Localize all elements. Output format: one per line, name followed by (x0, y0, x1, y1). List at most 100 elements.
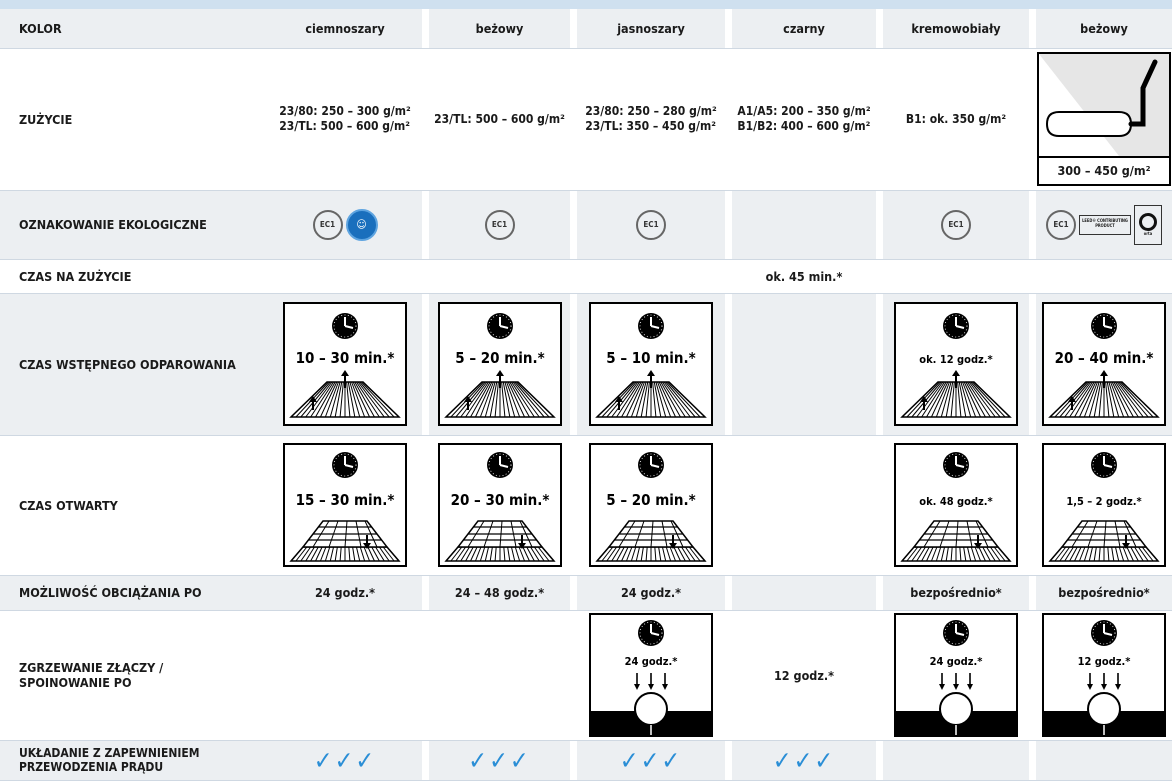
row-kolor: KOLOR ciemnoszary beżowy jasnoszary czar… (0, 9, 1172, 49)
clock-icon (486, 313, 513, 339)
blue-angel-icon: ☺ (345, 208, 378, 241)
color-cell: ciemnoszary (268, 9, 422, 49)
open-time-cell: 5 – 20 min.* (577, 435, 725, 576)
row-label: ZUŻYCIE (0, 48, 268, 191)
clock-icon (332, 313, 358, 339)
load-value: bezpośrednio* (1036, 575, 1172, 611)
checkmark-icon: ✓✓✓ (313, 745, 377, 775)
color-cell: beżowy (1036, 9, 1172, 49)
consumption-value: 23/TL: 500 – 600 g/m² (434, 112, 565, 126)
welding-value: 12 godz.* (732, 610, 876, 741)
svg-text:1,5 – 2 godz.*: 1,5 – 2 godz.* (1066, 495, 1141, 508)
consumption-value: 23/80: 250 – 280 g/m² 23/TL: 350 – 450 g/… (585, 104, 717, 133)
svg-text:24 godz.*: 24 godz.* (625, 655, 678, 668)
flash-off-cell: 5 – 20 min.* (429, 293, 570, 436)
consumption-value: A1/A5: 200 – 350 g/m² B1/B2: 400 – 600 g/… (737, 104, 871, 133)
emicode-ec1-icon: EC1 (636, 209, 666, 240)
load-value: 24 – 48 godz.* (429, 575, 570, 611)
row-label: MOŻLIWOŚĆ OBCIĄŻANIA PO (0, 575, 268, 611)
clock-icon (638, 452, 664, 478)
open-time-cell: ok. 48 godz.* (883, 435, 1029, 576)
clock-icon (1091, 452, 1117, 478)
row-czas-zuzycie: CZAS NA ZUŻYCIE ok. 45 min.* (0, 259, 1172, 294)
checkmark-icon: ✓✓✓ (468, 745, 531, 775)
flash-off-cell: 20 – 40 min.* (1036, 293, 1172, 436)
flash-off-pictogram-icon: 10 – 30 min.* (283, 302, 407, 426)
open-time-pictogram-icon: 15 – 30 min.* (283, 443, 407, 567)
paint-roller-icon (1039, 54, 1169, 156)
open-time-pictogram-icon: ok. 48 godz.* (894, 443, 1018, 567)
welding-cell: 24 godz.* (577, 610, 725, 741)
svg-text:10 – 30 min.*: 10 – 30 min.* (296, 349, 395, 367)
row-zgrzewanie: ZGRZEWANIE ZŁĄCZY / SPOINOWANIE PO 24 god… (0, 610, 1172, 741)
paint-roller-pictogram: 300 – 450 g/m² (1037, 52, 1171, 186)
row-zuzycie: ZUŻYCIE 23/80: 250 – 300 g/m² 23/TL: 500 … (0, 48, 1172, 191)
load-value: bezpośrednio* (883, 575, 1029, 611)
flash-off-cell: ok. 12 godz.* (883, 293, 1029, 436)
clock-icon (1091, 313, 1117, 339)
color-cell: jasnoszary (577, 9, 725, 49)
load-value (732, 575, 876, 611)
open-time-pictogram-icon: 20 – 30 min.* (437, 443, 562, 567)
row-ukladanie: UKŁADANIE Z ZAPEWNIENIEM PRZEWODZENIA PRĄ… (0, 740, 1172, 781)
svg-text:12 godz.*: 12 godz.* (1078, 655, 1131, 668)
product-comparison-table: KOLOR ciemnoszary beżowy jasnoszary czar… (0, 9, 1172, 781)
seam-welding-pictogram-icon: 24 godz.* (589, 613, 713, 737)
welding-cell: 24 godz.* (883, 610, 1029, 741)
svg-text:ok. 12 godz.*: ok. 12 godz.* (919, 353, 992, 366)
svg-text:ok. 48 godz.*: ok. 48 godz.* (919, 495, 992, 508)
row-obciazanie: MOŻLIWOŚĆ OBCIĄŻANIA PO 24 godz.* 24 – 4… (0, 575, 1172, 611)
row-label: ZGRZEWANIE ZŁĄCZY / SPOINOWANIE PO (0, 610, 268, 741)
checkmark-icon: ✓✓✓ (619, 745, 683, 775)
clock-icon (1091, 620, 1117, 646)
color-cell: kremowobiały (883, 9, 1029, 49)
row-label: UKŁADANIE Z ZAPEWNIENIEM PRZEWODZENIA PRĄ… (0, 740, 268, 781)
top-color-bar (0, 0, 1172, 9)
clock-icon (332, 452, 358, 478)
svg-text:20 – 30 min.*: 20 – 30 min.* (450, 491, 549, 509)
svg-text:15 – 30 min.*: 15 – 30 min.* (296, 491, 395, 509)
seam-welding-pictogram-icon: 12 godz.* (1042, 613, 1166, 737)
svg-text:5 – 10 min.*: 5 – 10 min.* (606, 349, 695, 367)
row-label: KOLOR (0, 9, 268, 49)
flash-off-pictogram-icon: ok. 12 godz.* (894, 302, 1018, 426)
flash-off-cell (732, 293, 876, 436)
leed-badge-icon: LEED® CONTRIBUTING PRODUCT (1079, 214, 1131, 235)
consumption-value: 23/80: 250 – 300 g/m² 23/TL: 500 – 600 g/… (279, 104, 411, 133)
svg-text:24 godz.*: 24 godz.* (930, 655, 983, 668)
emicode-ec1-icon: EC1 (941, 209, 971, 240)
consumption-value: B1: ok. 350 g/m² (905, 112, 1007, 126)
load-value: 24 godz.* (268, 575, 422, 611)
row-otwarty: CZAS OTWARTY 15 – 30 min.* 20 – 30 min.*… (0, 435, 1172, 576)
seam-welding-pictogram-icon: 24 godz.* (894, 613, 1018, 737)
row-label: CZAS OTWARTY (0, 435, 268, 576)
open-time-cell: 20 – 30 min.* (429, 435, 570, 576)
flash-off-pictogram-icon: 5 – 10 min.* (589, 302, 713, 426)
pot-life-value: ok. 45 min.* (732, 259, 876, 294)
consumption-value: 300 – 450 g/m² (1039, 156, 1169, 184)
open-time-pictogram-icon: 5 – 20 min.* (589, 443, 713, 567)
svg-text:5 – 20 min.*: 5 – 20 min.* (455, 349, 544, 367)
flash-off-pictogram-icon: 5 – 20 min.* (437, 302, 562, 426)
emicode-ec1-icon: EC1 (1046, 209, 1076, 240)
row-label: CZAS WSTĘPNEGO ODPAROWANIA (0, 293, 268, 436)
color-cell: beżowy (429, 9, 570, 49)
open-time-cell: 1,5 – 2 godz.* (1036, 435, 1172, 576)
clock-icon (486, 452, 513, 478)
color-cell: czarny (732, 9, 876, 49)
clock-icon (943, 452, 969, 478)
clock-icon (638, 313, 664, 339)
open-time-cell (732, 435, 876, 576)
welding-cell: 12 godz.* (1036, 610, 1172, 741)
row-eko: OZNAKOWANIE EKOLOGICZNE EC1 ☺ EC1 EC1 EC1… (0, 190, 1172, 260)
gear-badge-icon: orta (1134, 204, 1162, 245)
checkmark-icon: ✓✓✓ (772, 745, 836, 775)
flash-off-cell: 10 – 30 min.* (268, 293, 422, 436)
emicode-ec1-icon: EC1 (484, 209, 515, 240)
open-time-pictogram-icon: 1,5 – 2 godz.* (1042, 443, 1166, 567)
flash-off-pictogram-icon: 20 – 40 min.* (1042, 302, 1166, 426)
clock-icon (638, 620, 664, 646)
open-time-cell: 15 – 30 min.* (268, 435, 422, 576)
row-label: OZNAKOWANIE EKOLOGICZNE (0, 190, 268, 260)
row-label: CZAS NA ZUŻYCIE (0, 259, 268, 294)
